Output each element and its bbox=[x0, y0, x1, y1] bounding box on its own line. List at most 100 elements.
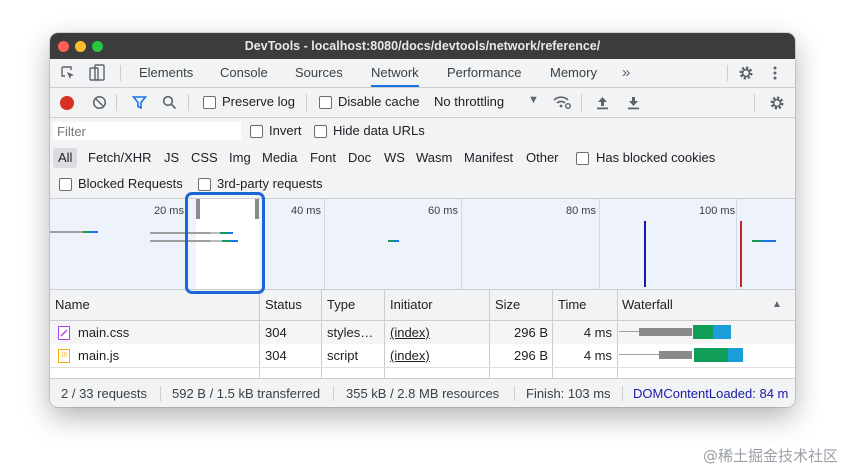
request-name[interactable]: main.css bbox=[78, 321, 256, 344]
devtools-window: DevTools - localhost:8080/docs/devtools/… bbox=[50, 33, 795, 407]
request-name[interactable]: main.js bbox=[78, 344, 256, 367]
column-divider[interactable] bbox=[259, 290, 260, 320]
disable-cache-label: Disable cache bbox=[338, 94, 420, 109]
title-bar: DevTools - localhost:8080/docs/devtools/… bbox=[50, 33, 795, 59]
waterfall-download-bar bbox=[693, 325, 713, 339]
minimize-window-button[interactable] bbox=[75, 41, 86, 52]
network-settings-gear-icon[interactable] bbox=[769, 95, 785, 114]
filter-type-css[interactable]: CSS bbox=[191, 148, 218, 168]
more-tabs-icon[interactable]: » bbox=[622, 65, 630, 80]
tab-network[interactable]: Network bbox=[371, 59, 419, 87]
disable-cache-checkbox[interactable] bbox=[319, 96, 332, 109]
close-window-button[interactable] bbox=[58, 41, 69, 52]
third-party-requests-checkbox[interactable] bbox=[198, 178, 211, 191]
blocked-requests-checkbox[interactable] bbox=[59, 178, 72, 191]
hide-data-urls-label: Hide data URLs bbox=[333, 123, 425, 138]
export-har-icon[interactable] bbox=[627, 95, 640, 113]
table-row[interactable]: main.css 304 styles… (index) 296 B 4 ms bbox=[50, 321, 795, 344]
column-header-status[interactable]: Status bbox=[265, 290, 302, 320]
tick-label: 80 ms bbox=[566, 205, 596, 217]
filter-type-fetch-xhr[interactable]: Fetch/XHR bbox=[88, 148, 152, 168]
record-button[interactable] bbox=[60, 96, 74, 110]
maximize-window-button[interactable] bbox=[92, 41, 103, 52]
filter-type-img[interactable]: Img bbox=[229, 148, 251, 168]
column-divider[interactable] bbox=[552, 290, 553, 320]
invert-checkbox[interactable] bbox=[250, 125, 263, 138]
filter-type-js[interactable]: JS bbox=[164, 148, 179, 168]
clear-log-icon[interactable] bbox=[92, 95, 107, 113]
network-conditions-icon[interactable] bbox=[552, 94, 572, 113]
filter-type-manifest[interactable]: Manifest bbox=[464, 148, 513, 168]
filter-type-font[interactable]: Font bbox=[310, 148, 336, 168]
column-header-time[interactable]: Time bbox=[558, 290, 586, 320]
resources-size: 355 kB / 2.8 MB resources bbox=[346, 386, 500, 401]
filter-type-other[interactable]: Other bbox=[526, 148, 559, 168]
filter-type-ws[interactable]: WS bbox=[384, 148, 405, 168]
hide-data-urls-checkbox[interactable] bbox=[314, 125, 327, 138]
import-har-icon[interactable] bbox=[596, 95, 609, 113]
request-bar bbox=[83, 231, 90, 233]
tick-label: 60 ms bbox=[428, 205, 458, 217]
waterfall-queue-bar bbox=[619, 354, 659, 355]
column-header-initiator[interactable]: Initiator bbox=[390, 290, 433, 320]
dom-content-loaded-time: DOMContentLoaded: 84 m bbox=[633, 386, 789, 401]
request-size: 296 B bbox=[514, 325, 548, 340]
tab-elements[interactable]: Elements bbox=[139, 59, 193, 87]
script-file-icon: JS bbox=[58, 349, 70, 363]
table-row[interactable]: JS main.js 304 script (index) 296 B 4 ms bbox=[50, 344, 795, 368]
column-divider[interactable] bbox=[617, 290, 618, 320]
divider bbox=[306, 94, 307, 111]
invert-label: Invert bbox=[269, 123, 302, 138]
filter-input[interactable] bbox=[53, 122, 241, 140]
throttling-select[interactable]: No throttling bbox=[434, 94, 504, 109]
third-party-requests-label: 3rd-party requests bbox=[217, 176, 323, 191]
request-bar bbox=[50, 231, 83, 233]
device-toolbar-icon[interactable] bbox=[88, 64, 106, 85]
filter-bar: Invert Hide data URLs All Fetch/XHR JS C… bbox=[50, 118, 795, 199]
filter-type-doc[interactable]: Doc bbox=[348, 148, 371, 168]
filter-type-media[interactable]: Media bbox=[262, 148, 297, 168]
chevron-down-icon[interactable]: ▼ bbox=[528, 94, 539, 106]
column-header-type[interactable]: Type bbox=[327, 290, 355, 320]
network-overview[interactable]: 20 ms 40 ms 60 ms 80 ms 100 ms bbox=[50, 199, 795, 290]
more-options-icon[interactable] bbox=[772, 65, 778, 84]
has-blocked-cookies-checkbox[interactable] bbox=[576, 152, 589, 165]
request-time: 4 ms bbox=[583, 325, 612, 340]
request-initiator-link[interactable]: (index) bbox=[390, 344, 430, 367]
filter-funnel-icon[interactable] bbox=[131, 95, 148, 113]
tab-sources[interactable]: Sources bbox=[295, 59, 343, 87]
sort-ascending-icon[interactable]: ▲ bbox=[772, 299, 782, 310]
request-bar bbox=[752, 240, 762, 242]
column-divider[interactable] bbox=[489, 290, 490, 320]
filter-type-wasm[interactable]: Wasm bbox=[416, 148, 452, 168]
column-header-size[interactable]: Size bbox=[495, 290, 520, 320]
tab-console[interactable]: Console bbox=[220, 59, 268, 87]
requests-table-header: Name Status Type Initiator Size Time Wat… bbox=[50, 290, 795, 321]
settings-gear-icon[interactable] bbox=[738, 65, 754, 84]
column-divider[interactable] bbox=[321, 290, 322, 320]
column-header-waterfall[interactable]: Waterfall bbox=[622, 290, 673, 320]
tab-bar: Elements Console Sources Network Perform… bbox=[50, 59, 795, 88]
preserve-log-label: Preserve log bbox=[222, 94, 295, 109]
stylesheet-file-icon bbox=[58, 326, 70, 340]
preserve-log-checkbox[interactable] bbox=[203, 96, 216, 109]
highlight-annotation-box bbox=[185, 192, 265, 294]
request-initiator-link[interactable]: (index) bbox=[390, 321, 430, 344]
tab-performance[interactable]: Performance bbox=[447, 59, 521, 87]
tab-memory[interactable]: Memory bbox=[550, 59, 597, 87]
filter-type-all[interactable]: All bbox=[53, 148, 78, 168]
load-event-marker bbox=[740, 221, 742, 287]
search-icon[interactable] bbox=[162, 95, 177, 113]
resource-type-filters: All Fetch/XHR JS CSS Img Media Font Doc … bbox=[50, 147, 795, 169]
status-bar: 2 / 33 requests 592 B / 1.5 kB transferr… bbox=[50, 378, 795, 407]
divider bbox=[116, 94, 117, 111]
grid-line bbox=[599, 199, 600, 289]
requests-count: 2 / 33 requests bbox=[61, 386, 147, 401]
inspect-element-icon[interactable] bbox=[60, 65, 76, 84]
waterfall-waiting-bar bbox=[659, 351, 692, 359]
window-title: DevTools - localhost:8080/docs/devtools/… bbox=[244, 39, 601, 53]
grid-line bbox=[736, 199, 737, 289]
request-bar bbox=[90, 231, 98, 233]
column-divider[interactable] bbox=[384, 290, 385, 320]
column-header-name[interactable]: Name bbox=[55, 290, 90, 320]
